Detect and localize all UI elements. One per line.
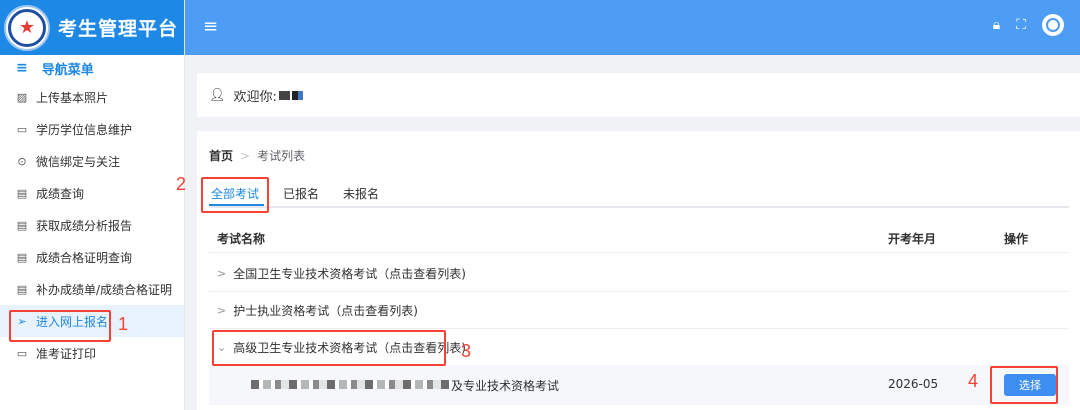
tab-registered[interactable]: 已报名 — [283, 185, 319, 202]
app-title: 考生管理平台 — [58, 19, 179, 40]
sidebar-item-education-info[interactable]: ▭ 学历学位信息维护 — [0, 113, 184, 145]
nav-menu-header: ≡ 导航菜单 — [0, 55, 184, 81]
document-icon: ▤ — [16, 250, 28, 264]
exam-tabs: 全部考试 已报名 未报名 — [209, 179, 1069, 208]
exam-list-panel: 首页 > 考试列表 全部考试 已报名 未报名 考试名称 开考年月 操作 > 全国… — [197, 131, 1080, 410]
annotation-number-1: 1 — [118, 314, 129, 334]
chevron-right-icon: > — [217, 266, 227, 280]
breadcrumb-separator: > — [240, 148, 251, 163]
nav-header-label: 导航菜单 — [41, 62, 94, 78]
breadcrumb-current: 考试列表 — [257, 149, 306, 163]
redacted-username — [278, 90, 303, 100]
star-icon: ★ — [18, 16, 36, 38]
app-logo: ★ — [4, 4, 50, 51]
table-row[interactable]: > 全国卫生专业技术资格考试（点击查看列表) — [209, 255, 1069, 292]
exam-name: 全国卫生专业技术资格考试（点击查看列表) — [233, 266, 466, 281]
top-bar: ≡ 🔒︎ ⛶ — [185, 0, 1080, 55]
fullscreen-icon[interactable]: ⛶ — [1016, 17, 1026, 33]
sidebar-item-wechat-bind[interactable]: ⊙ 微信绑定与关注 — [0, 145, 184, 177]
redacted-exam-name — [251, 380, 451, 389]
sidebar-item-label: 微信绑定与关注 — [36, 154, 121, 169]
document-icon: ▤ — [16, 186, 28, 200]
card-icon: ▭ — [16, 346, 28, 360]
sidebar-item-label: 学历学位信息维护 — [36, 122, 133, 137]
sidebar-item-score-report[interactable]: ▤ 获取成绩分析报告 — [0, 209, 184, 241]
welcome-text: 欢迎你: — [233, 89, 277, 105]
sidebar-item-label: 准考证打印 — [36, 346, 97, 361]
breadcrumb-home[interactable]: 首页 — [209, 147, 233, 164]
top-bar-icons: 🔒︎ ⛶ — [993, 14, 1064, 36]
welcome-bar: 👤︎ 欢迎你: — [197, 73, 1080, 117]
sidebar-item-score-query[interactable]: ▤ 成绩查询 — [0, 177, 184, 209]
sidebar-item-certificate-query[interactable]: ▤ 成绩合格证明查询 — [0, 241, 184, 273]
sub-exam-name: 及专业技术资格考试 — [451, 379, 560, 393]
table-header: 考试名称 开考年月 操作 — [209, 221, 1069, 253]
lock-icon[interactable]: 🔒︎ — [993, 17, 1000, 33]
report-icon: ▤ — [16, 218, 28, 232]
book-icon: ▭ — [16, 122, 28, 136]
sidebar-item-upload-photo[interactable]: ▨ 上传基本照片 — [0, 81, 184, 113]
highlight-box-2 — [201, 177, 269, 213]
chevron-right-icon: > — [217, 303, 227, 317]
highlight-box-4 — [990, 366, 1058, 404]
image-icon: ▨ — [16, 90, 28, 104]
sidebar-item-label: 补办成绩单/成绩合格证明 — [36, 282, 173, 297]
hamburger-icon[interactable]: ≡ — [203, 18, 218, 36]
sidebar: ★ 考生管理平台 ≡ 导航菜单 ▨ 上传基本照片 ▭ 学历学位信息维护 ⊙ 微信… — [0, 0, 185, 410]
exam-name: 护士执业资格考试（点击查看列表) — [233, 303, 418, 318]
document-icon: ▤ — [16, 282, 28, 296]
highlight-box-3 — [212, 330, 446, 366]
breadcrumb: 首页 > 考试列表 — [209, 147, 305, 164]
sub-exam-date: 2026-05 — [888, 377, 939, 391]
annotation-number-4: 4 — [968, 371, 979, 391]
column-exam-name: 考试名称 — [217, 232, 266, 246]
table-row[interactable]: > 护士执业资格考试（点击查看列表) — [209, 292, 1069, 329]
list-icon: ≡ — [16, 60, 28, 76]
user-icon: 👤︎ — [209, 87, 226, 103]
exam-sub-row: 及专业技术资格考试 2026-05 选择 — [209, 365, 1069, 405]
sidebar-item-label: 成绩合格证明查询 — [36, 250, 133, 265]
tab-unregistered[interactable]: 未报名 — [343, 185, 379, 202]
column-action: 操作 — [1004, 232, 1029, 246]
sidebar-item-label: 成绩查询 — [36, 186, 85, 201]
column-exam-date: 开考年月 — [888, 232, 937, 246]
brand-bar: ★ 考生管理平台 — [0, 0, 184, 55]
wechat-icon: ⊙ — [17, 154, 27, 168]
user-avatar-icon[interactable] — [1042, 14, 1064, 36]
sidebar-item-reissue[interactable]: ▤ 补办成绩单/成绩合格证明 — [0, 273, 184, 305]
highlight-box-1 — [9, 310, 111, 342]
annotation-number-2: 2 — [176, 174, 187, 194]
sidebar-item-label: 上传基本照片 — [36, 90, 109, 105]
annotation-number-3: 3 — [461, 341, 472, 361]
sidebar-item-label: 获取成绩分析报告 — [36, 218, 133, 233]
